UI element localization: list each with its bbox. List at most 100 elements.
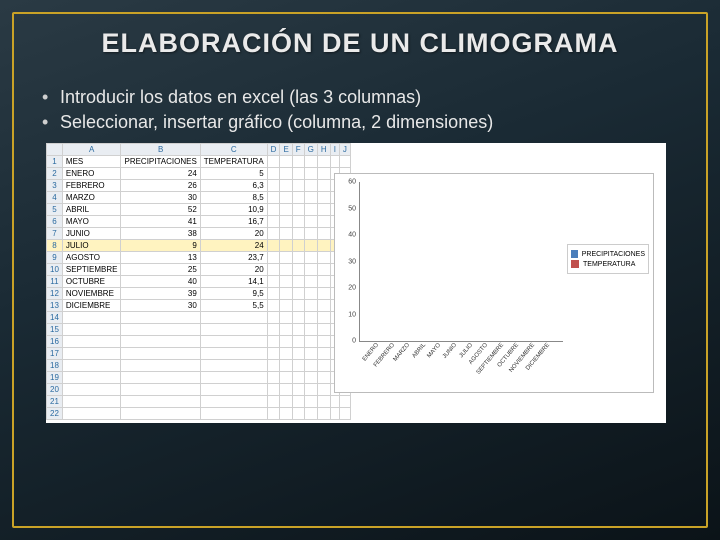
cell: MARZO <box>62 192 121 204</box>
cell: 52 <box>121 204 200 216</box>
row-header: 15 <box>47 324 63 336</box>
cell: 9 <box>121 240 200 252</box>
col-header: A <box>62 144 121 156</box>
cell: ABRIL <box>62 204 121 216</box>
row-header: 2 <box>47 168 63 180</box>
spreadsheet: A B C D E F G H I J 1MESPRECIPITACIONEST… <box>46 143 326 420</box>
cell: 10,9 <box>200 204 267 216</box>
cell: 26 <box>121 180 200 192</box>
col-header: F <box>292 144 304 156</box>
y-tick: 60 <box>338 179 356 186</box>
row-header: 5 <box>47 204 63 216</box>
cell: PRECIPITACIONES <box>121 156 200 168</box>
cell: 25 <box>121 264 200 276</box>
x-tick-label: MAYO <box>427 342 443 359</box>
slide-title: ELABORACIÓN DE UN CLIMOGRAMA <box>42 28 678 59</box>
row-header: 6 <box>47 216 63 228</box>
row-header: 18 <box>47 360 63 372</box>
cell: 5,5 <box>200 300 267 312</box>
bullet-item: Seleccionar, insertar gráfico (columna, … <box>42 112 678 133</box>
cell: AGOSTO <box>62 252 121 264</box>
cell: ENERO <box>62 168 121 180</box>
row-header: 1 <box>47 156 63 168</box>
y-tick: 0 <box>338 338 356 345</box>
legend-label: TEMPERATURA <box>583 261 635 268</box>
row-header: 19 <box>47 372 63 384</box>
x-tick-label: JUNIO <box>442 342 458 360</box>
plot-area: ENEROFEBREROMARZOABRILMAYOJUNIOJULIOAGOS… <box>359 182 563 342</box>
col-header: B <box>121 144 200 156</box>
cell: 6,3 <box>200 180 267 192</box>
cell: 16,7 <box>200 216 267 228</box>
row-header: 13 <box>47 300 63 312</box>
col-header: H <box>317 144 330 156</box>
cell: NOVIEMBRE <box>62 288 121 300</box>
row-header: 7 <box>47 228 63 240</box>
cell: 13 <box>121 252 200 264</box>
row-header: 14 <box>47 312 63 324</box>
cell: 24 <box>121 168 200 180</box>
y-tick: 10 <box>338 311 356 318</box>
col-header: G <box>304 144 317 156</box>
bullet-list: Introducir los datos en excel (las 3 col… <box>42 87 678 133</box>
legend-entry: PRECIPITACIONES <box>571 250 645 258</box>
x-tick-label: ABRIL <box>411 342 427 359</box>
cell: DICIEMBRE <box>62 300 121 312</box>
slide-frame: ELABORACIÓN DE UN CLIMOGRAMA Introducir … <box>12 12 708 528</box>
row-header: 21 <box>47 396 63 408</box>
legend-entry: TEMPERATURA <box>571 260 645 268</box>
col-header: J <box>339 144 350 156</box>
cell: 39 <box>121 288 200 300</box>
y-tick: 50 <box>338 205 356 212</box>
row-header: 9 <box>47 252 63 264</box>
cell: MES <box>62 156 121 168</box>
cell: 20 <box>200 228 267 240</box>
bars-layer: ENEROFEBREROMARZOABRILMAYOJUNIOJULIOAGOS… <box>360 182 563 341</box>
cell: MAYO <box>62 216 121 228</box>
row-header: 3 <box>47 180 63 192</box>
bullet-item: Introducir los datos en excel (las 3 col… <box>42 87 678 108</box>
cell: 41 <box>121 216 200 228</box>
col-header: C <box>200 144 267 156</box>
y-tick: 30 <box>338 258 356 265</box>
cell: SEPTIEMBRE <box>62 264 121 276</box>
cell: JUNIO <box>62 228 121 240</box>
cell: 23,7 <box>200 252 267 264</box>
cell: 24 <box>200 240 267 252</box>
col-header: D <box>267 144 280 156</box>
y-tick: 40 <box>338 232 356 239</box>
cell: FEBRERO <box>62 180 121 192</box>
cell: 38 <box>121 228 200 240</box>
legend-label: PRECIPITACIONES <box>582 251 645 258</box>
row-header: 10 <box>47 264 63 276</box>
cell: 8,5 <box>200 192 267 204</box>
chart-legend: PRECIPITACIONES TEMPERATURA <box>567 244 649 274</box>
row-header: 11 <box>47 276 63 288</box>
legend-swatch-precip <box>571 250 578 258</box>
cell: 9,5 <box>200 288 267 300</box>
row-header: 17 <box>47 348 63 360</box>
cell: JULIO <box>62 240 121 252</box>
y-tick: 20 <box>338 285 356 292</box>
corner-cell <box>47 144 63 156</box>
col-header: E <box>280 144 292 156</box>
cell: 14,1 <box>200 276 267 288</box>
row-header: 8 <box>47 240 63 252</box>
row-header: 12 <box>47 288 63 300</box>
row-header: 16 <box>47 336 63 348</box>
column-chart: ENEROFEBREROMARZOABRILMAYOJUNIOJULIOAGOS… <box>334 173 654 393</box>
row-header: 22 <box>47 408 63 420</box>
cell: TEMPERATURA <box>200 156 267 168</box>
cell: 5 <box>200 168 267 180</box>
col-header: I <box>330 144 339 156</box>
legend-swatch-temp <box>571 260 579 268</box>
cell: 30 <box>121 300 200 312</box>
cell: 40 <box>121 276 200 288</box>
row-header: 20 <box>47 384 63 396</box>
row-header: 4 <box>47 192 63 204</box>
excel-screenshot: A B C D E F G H I J 1MESPRECIPITACIONEST… <box>46 143 666 423</box>
cell: OCTUBRE <box>62 276 121 288</box>
cell: 20 <box>200 264 267 276</box>
cell: 30 <box>121 192 200 204</box>
column-header-row: A B C D E F G H I J <box>47 144 351 156</box>
